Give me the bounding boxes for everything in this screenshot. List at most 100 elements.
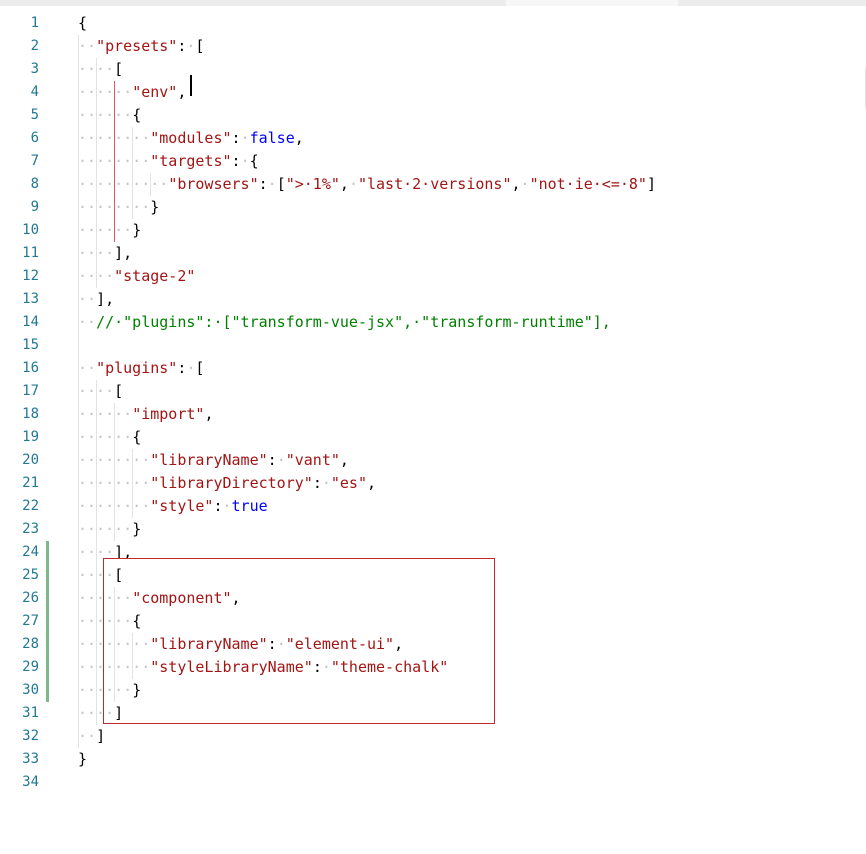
code-text: ········"libraryDirectory":·"es", xyxy=(78,472,376,495)
code-line[interactable]: 2 ··"presets":·[ xyxy=(0,35,866,58)
line-number: 29 xyxy=(22,659,39,675)
line-number: 21 xyxy=(22,475,39,491)
code-line[interactable]: 19 ······{ xyxy=(0,426,866,449)
code-token: "env" xyxy=(132,83,178,101)
code-line[interactable]: 21 ········"libraryDirectory":·"es", xyxy=(0,472,866,495)
code-token: · xyxy=(240,129,250,147)
code-text: ······} xyxy=(78,518,141,541)
line-number: 9 xyxy=(30,199,39,215)
code-text: ····], xyxy=(78,242,132,265)
code-line[interactable]: 17 ····[ xyxy=(0,380,866,403)
code-editor[interactable]: 1{2 ··"presets":·[3 ····[4 ······"env", 5 ···… xyxy=(0,6,866,854)
code-line[interactable]: 15 xyxy=(0,334,866,357)
code-line[interactable]: 20 ········"libraryName":·"vant", xyxy=(0,449,866,472)
code-token: "import" xyxy=(132,405,205,423)
code-token: , xyxy=(339,175,349,193)
code-line[interactable]: 32 ··] xyxy=(0,725,866,748)
code-line[interactable]: 8 ··········"browsers":·[">·1%",·"last·2·… xyxy=(0,173,866,196)
code-line[interactable]: 4 ······"env", xyxy=(0,81,866,104)
code-line[interactable]: 10 ······} xyxy=(0,219,866,242)
modified-line-indicator xyxy=(46,656,49,679)
code-token: ···· xyxy=(78,244,115,262)
code-line[interactable]: 34 xyxy=(0,771,866,794)
code-token: , xyxy=(177,83,187,101)
code-line[interactable]: 14 ··//·"plugins":·["transform-vue-jsx",·… xyxy=(0,311,866,334)
code-token: · xyxy=(222,497,232,515)
code-token: [ xyxy=(195,37,205,55)
code-token: ···· xyxy=(78,60,115,78)
code-token: : xyxy=(213,497,223,515)
modified-line-indicator xyxy=(46,587,49,610)
code-token: : xyxy=(231,129,241,147)
code-token: "last·2·versions" xyxy=(357,175,512,193)
code-token: ······ xyxy=(78,83,133,101)
code-token: , xyxy=(204,405,214,423)
code-line[interactable]: 6 ········"modules":·false, xyxy=(0,127,866,150)
code-token: · xyxy=(276,451,286,469)
code-line[interactable]: 3 ····[ xyxy=(0,58,866,81)
line-number: 30 xyxy=(22,682,39,698)
code-line[interactable]: 9 ········} xyxy=(0,196,866,219)
line-number: 2 xyxy=(30,38,39,54)
code-text: ··], xyxy=(78,288,114,311)
line-number: 12 xyxy=(22,268,39,284)
line-number: 4 xyxy=(30,84,39,100)
code-line[interactable]: 7 ········"targets":·{ xyxy=(0,150,866,173)
line-number: 3 xyxy=(30,61,39,77)
line-number: 10 xyxy=(22,222,39,238)
code-text: ··"plugins":·[ xyxy=(78,357,204,380)
code-line[interactable]: 16 ··"plugins":·[ xyxy=(0,357,866,380)
code-token: true xyxy=(231,497,268,515)
highlighted-component-block xyxy=(103,558,495,724)
text-cursor xyxy=(190,75,192,96)
code-token: ······ xyxy=(78,106,133,124)
code-token: : xyxy=(231,152,241,170)
code-token: } xyxy=(78,750,88,768)
code-token: { xyxy=(132,428,142,446)
line-number: 26 xyxy=(22,590,39,606)
line-number: 14 xyxy=(22,314,39,330)
code-line[interactable]: 18 ······"import", xyxy=(0,403,866,426)
code-token: //·"plugins":·["transform-vue-jsx",·"tra… xyxy=(96,313,611,331)
code-line[interactable]: 12 ····"stage-2" xyxy=(0,265,866,288)
code-line[interactable]: 11 ····], xyxy=(0,242,866,265)
code-token: ········ xyxy=(78,451,151,469)
code-token: [ xyxy=(276,175,286,193)
code-text: ··"presets":·[ xyxy=(78,35,204,58)
code-token: "vant" xyxy=(285,451,340,469)
code-line[interactable]: 1{ xyxy=(0,12,866,35)
code-token: "libraryDirectory" xyxy=(150,474,313,492)
code-token: ·········· xyxy=(78,175,169,193)
line-number: 28 xyxy=(22,636,39,652)
line-number: 8 xyxy=(30,176,39,192)
code-line[interactable]: 23 ······} xyxy=(0,518,866,541)
code-token: { xyxy=(78,14,88,32)
code-token: ·· xyxy=(78,313,97,331)
line-number: 20 xyxy=(22,452,39,468)
code-token: ········ xyxy=(78,129,151,147)
code-text: ······"import", xyxy=(78,403,213,426)
code-text: ····[ xyxy=(78,380,123,403)
code-token: ········ xyxy=(78,474,151,492)
code-line[interactable]: 22 ········"style":·true xyxy=(0,495,866,518)
code-token: ········ xyxy=(78,198,151,216)
code-text: ········"style":·true xyxy=(78,495,268,518)
line-number: 19 xyxy=(22,429,39,445)
code-token: ] xyxy=(646,175,656,193)
code-token: ········ xyxy=(78,497,151,515)
code-line[interactable]: 5 ······{ xyxy=(0,104,866,127)
code-token: ·· xyxy=(78,290,97,308)
code-text: ······{ xyxy=(78,104,141,127)
code-token: · xyxy=(520,175,530,193)
code-text: ········"libraryName":·"vant", xyxy=(78,449,349,472)
code-token: "style" xyxy=(150,497,214,515)
code-token: } xyxy=(150,198,160,216)
code-token: [ xyxy=(195,359,205,377)
code-line[interactable]: 33} xyxy=(0,748,866,771)
code-text: ········"modules":·false, xyxy=(78,127,304,150)
line-number: 11 xyxy=(22,245,39,261)
code-token: ···· xyxy=(78,267,115,285)
code-token: "not·ie·<=·8" xyxy=(529,175,647,193)
code-line[interactable]: 13 ··], xyxy=(0,288,866,311)
code-token: : xyxy=(312,474,322,492)
